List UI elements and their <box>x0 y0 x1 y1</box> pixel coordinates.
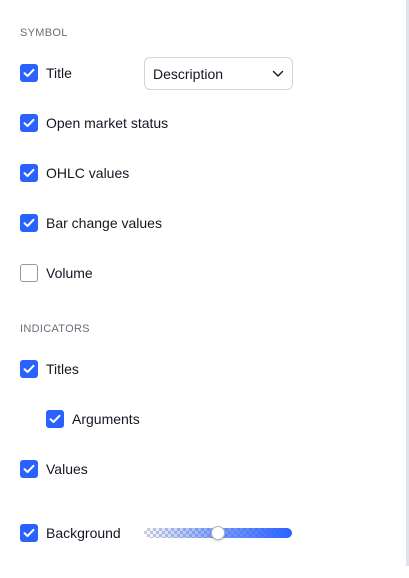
title-source-select-value: Description <box>153 65 224 82</box>
volume-checkbox[interactable] <box>20 264 38 282</box>
title-checkbox[interactable] <box>20 64 38 82</box>
values-checkbox[interactable] <box>20 460 38 478</box>
background-label: Background <box>46 525 121 541</box>
background-opacity-slider[interactable] <box>144 526 292 540</box>
title-source-select[interactable]: Description <box>144 57 293 90</box>
arguments-checkbox[interactable] <box>46 410 64 428</box>
slider-thumb[interactable] <box>211 526 225 540</box>
check-icon <box>23 218 35 227</box>
check-icon <box>23 168 35 177</box>
titles-label: Titles <box>46 361 79 377</box>
chevron-down-icon <box>272 68 284 80</box>
arguments-label: Arguments <box>72 411 140 427</box>
chart-settings-panel: SYMBOL Title Description Open market sta… <box>0 0 409 578</box>
open-market-status-row: Open market status <box>20 113 168 133</box>
title-row: Title <box>20 63 72 83</box>
ohlc-values-label: OHLC values <box>46 165 130 181</box>
volume-label: Volume <box>46 265 93 281</box>
check-icon <box>23 464 35 473</box>
bar-change-values-label: Bar change values <box>46 215 162 231</box>
values-label: Values <box>46 461 88 477</box>
ohlc-values-row: OHLC values <box>20 163 129 183</box>
background-row: Background <box>20 523 121 543</box>
arguments-row: Arguments <box>46 409 140 429</box>
check-icon <box>23 364 35 373</box>
check-icon <box>23 68 35 77</box>
titles-checkbox[interactable] <box>20 360 38 378</box>
section-title-symbol: SYMBOL <box>20 27 68 39</box>
check-icon <box>23 528 35 537</box>
volume-row: Volume <box>20 263 93 283</box>
background-checkbox[interactable] <box>20 524 38 542</box>
bar-change-values-checkbox[interactable] <box>20 214 38 232</box>
title-label: Title <box>46 65 72 81</box>
open-market-status-label: Open market status <box>46 115 169 131</box>
open-market-status-checkbox[interactable] <box>20 114 38 132</box>
ohlc-values-checkbox[interactable] <box>20 164 38 182</box>
check-icon <box>49 414 61 423</box>
values-row: Values <box>20 459 88 479</box>
bar-change-values-row: Bar change values <box>20 213 162 233</box>
section-title-indicators: INDICATORS <box>20 323 90 335</box>
check-icon <box>23 118 35 127</box>
titles-row: Titles <box>20 359 79 379</box>
